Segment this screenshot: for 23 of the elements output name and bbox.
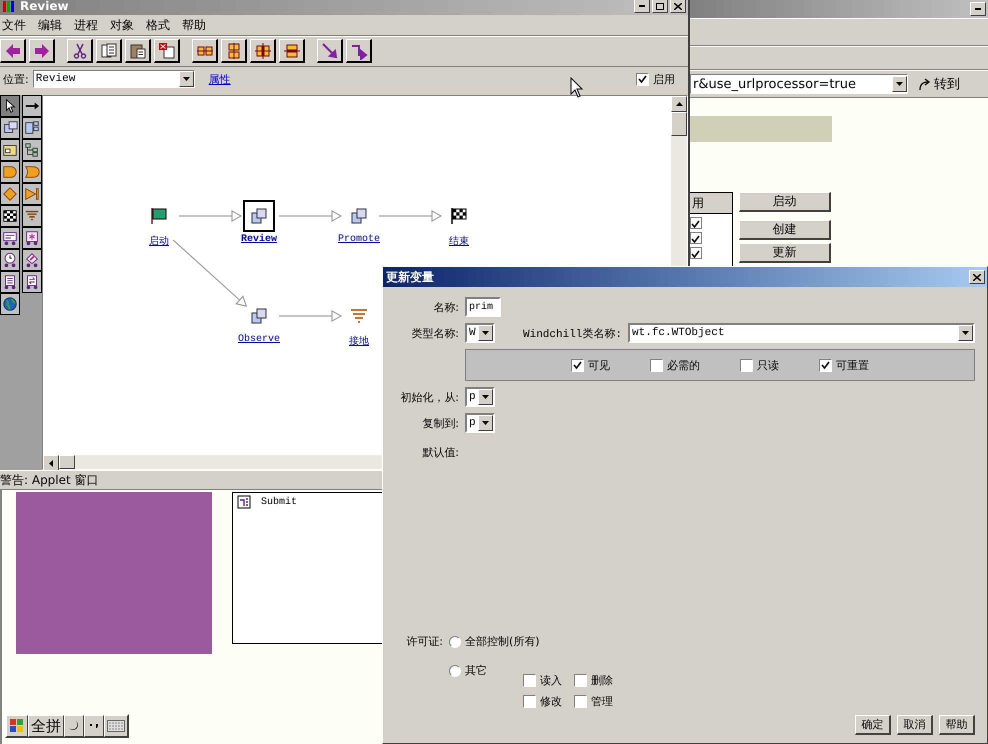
field-label: 类型名称: — [410, 326, 459, 340]
checkbox-label: 读入 — [540, 673, 562, 688]
warning-text: 警告: Applet 窗口 — [0, 472, 99, 488]
checkbox-label: 必需的 — [667, 358, 700, 372]
checkbox-label: 启用 — [653, 72, 675, 86]
radio-label: 其它 — [465, 663, 487, 678]
checkbox-label: 只读 — [757, 358, 779, 372]
field-label: 复制到: — [421, 416, 459, 430]
checkbox-label: 可重置 — [836, 358, 869, 372]
column-header: 用 — [692, 194, 704, 212]
dialog-title: 更新变量 — [386, 268, 434, 286]
radio-label: 全部控制(所有) — [465, 634, 540, 649]
field-label: 默认值: — [421, 445, 459, 460]
checkbox-label: 修改 — [540, 694, 562, 709]
field-label: 许可证: — [405, 634, 443, 649]
field-label: 初始化，从: — [399, 390, 459, 404]
field-label: Windchill类名称: — [523, 327, 622, 340]
checkbox-label: 可见 — [588, 358, 610, 372]
checkbox-label: 删除 — [591, 673, 613, 688]
location-label: 位置: — [3, 72, 29, 86]
field-label: 名称: — [432, 300, 459, 314]
window-title: Review — [20, 0, 69, 13]
checkbox-label: 管理 — [591, 694, 613, 709]
